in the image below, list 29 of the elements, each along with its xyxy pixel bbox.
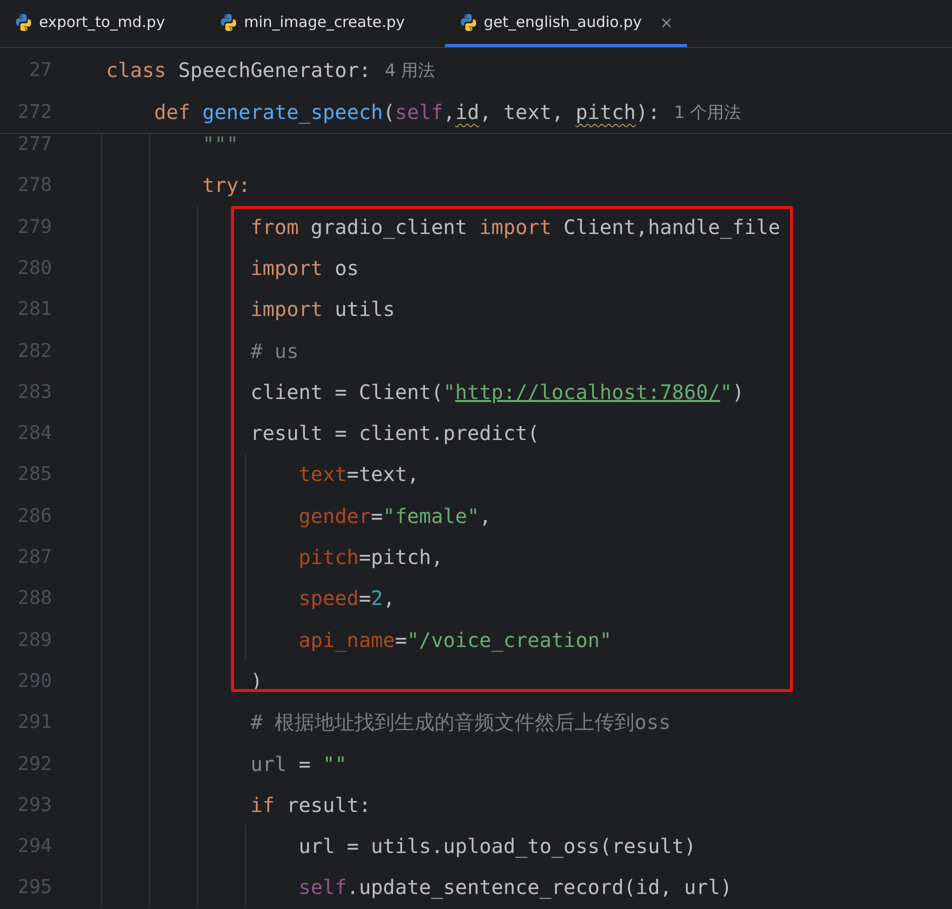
code-line: import utils <box>250 297 395 322</box>
code-line: from gradio_client import Client,handle_file <box>250 214 780 239</box>
code-line: # 根据地址找到生成的音频文件然后上传到oss <box>250 708 671 736</box>
usage-hint[interactable]: 1 个用法 <box>674 100 742 124</box>
code-line: speed=2, <box>298 586 395 610</box>
usage-hint[interactable]: 4 用法 <box>384 58 436 82</box>
code-line: gender="female", <box>298 504 492 528</box>
file-tab[interactable]: export_to_md.py <box>0 0 193 47</box>
code-line: client = Client("http://localhost:7860/") <box>250 380 744 404</box>
file-tab[interactable]: min_image_create.py <box>204 0 433 47</box>
code-line: api_name="/voice_creation" <box>298 628 612 652</box>
python-icon <box>458 12 478 32</box>
code-line: url = utils.upload_to_oss(result) <box>298 834 696 858</box>
code-line: result = client.predict( <box>250 421 540 446</box>
code-line: text=text, <box>298 462 420 486</box>
close-icon[interactable]: × <box>660 12 674 32</box>
code-line: def generate_speech(self,id, text, pitch): <box>154 100 660 124</box>
code-line: if result: <box>250 792 371 817</box>
python-icon <box>218 12 238 32</box>
code-line: try: <box>202 173 250 198</box>
code-line: """ <box>202 134 238 156</box>
code-line: import os <box>250 256 359 280</box>
code-line: pitch=pitch, <box>298 545 444 570</box>
code-line: class SpeechGenerator: <box>106 58 371 82</box>
file-tab[interactable]: get_english_audio.py × <box>444 0 688 47</box>
python-icon <box>14 12 33 32</box>
code-line: self.update_sentence_record(id, url) <box>298 875 732 900</box>
code-line: # us <box>250 338 299 363</box>
code-line: url = "" <box>250 752 347 776</box>
